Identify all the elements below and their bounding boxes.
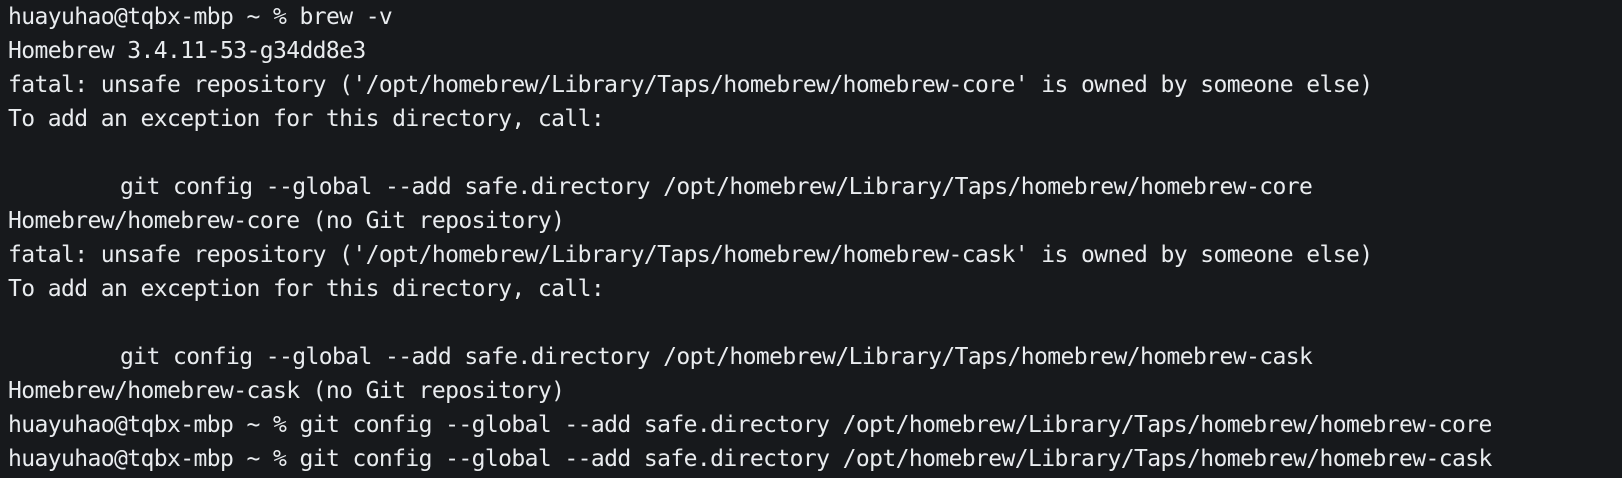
terminal-line: To add an exception for this directory, … [8, 276, 605, 302]
terminal-line-prompt: huayuhao@tqbx-mbp ~ % brew -v [8, 0, 1622, 34]
shell-prompt: huayuhao@tqbx-mbp ~ % [8, 4, 300, 30]
terminal-line: fatal: unsafe repository ('/opt/homebrew… [8, 72, 1373, 98]
terminal-line-suggested-command: git config --global --add safe.directory… [120, 174, 1313, 200]
shell-prompt: huayuhao@tqbx-mbp ~ % [8, 412, 300, 438]
terminal-line: Homebrew/homebrew-cask (no Git repositor… [8, 378, 565, 404]
terminal-line: Homebrew/homebrew-core (no Git repositor… [8, 208, 565, 234]
terminal-line-suggested-command: git config --global --add safe.directory… [120, 344, 1313, 370]
command-text: git config --global --add safe.directory… [299, 412, 1492, 438]
terminal-line: fatal: unsafe repository ('/opt/homebrew… [8, 242, 1373, 268]
terminal-line: Homebrew 3.4.11-53-g34dd8e3 [8, 38, 366, 64]
terminal-line-prompt: huayuhao@tqbx-mbp ~ % git config --globa… [8, 408, 1622, 442]
shell-prompt: huayuhao@tqbx-mbp ~ % [8, 446, 300, 472]
terminal-output[interactable]: huayuhao@tqbx-mbp ~ % brew -v Homebrew 3… [0, 0, 1622, 478]
terminal-line-prompt: huayuhao@tqbx-mbp ~ % git config --globa… [8, 442, 1622, 476]
command-text: git config --global --add safe.directory… [299, 446, 1492, 472]
command-text: brew -v [299, 4, 393, 30]
terminal-line: To add an exception for this directory, … [8, 106, 605, 132]
